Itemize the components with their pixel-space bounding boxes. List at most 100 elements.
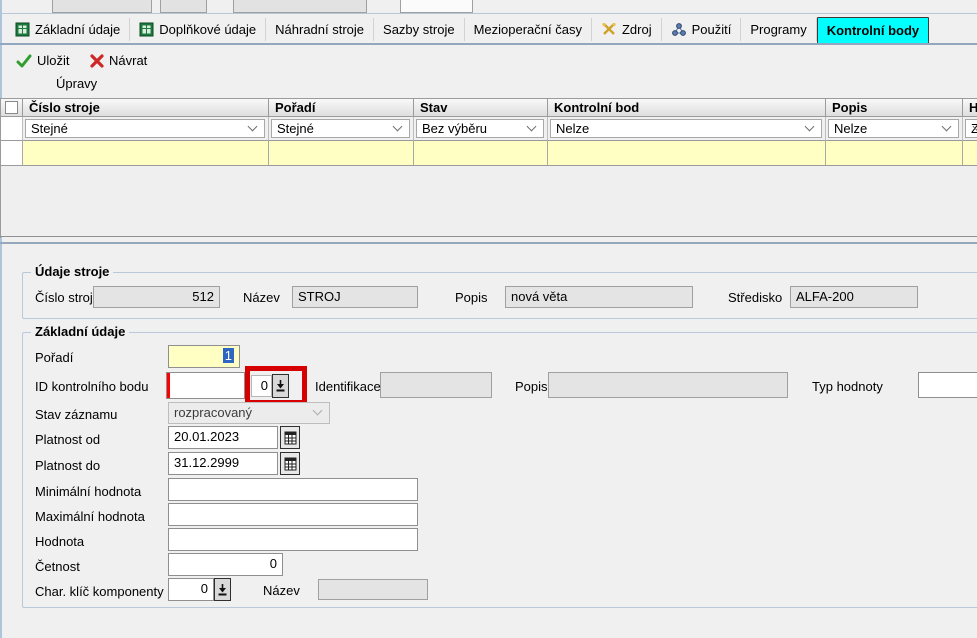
min-value-label: Minimální hodnota <box>35 484 141 499</box>
return-button[interactable]: Návrat <box>86 51 151 70</box>
char-key-spinner[interactable] <box>214 578 231 601</box>
tab-label: Sazby stroje <box>383 22 455 37</box>
tab-pouziti[interactable]: Použití <box>662 18 742 41</box>
order-label: Pořadí <box>35 350 73 365</box>
valid-from-label: Platnost od <box>35 432 100 447</box>
new-row-cell-kontrolni-bod[interactable] <box>548 141 826 166</box>
group-title: Údaje stroje <box>31 264 113 279</box>
char-key-field[interactable]: 0 <box>168 578 214 601</box>
filter-combo-popis[interactable]: Nelze <box>828 119 959 138</box>
order-value: 1 <box>223 348 234 363</box>
control-point-id-spinner[interactable] <box>272 374 289 398</box>
machine-center-field: ALFA-200 <box>790 286 918 308</box>
frequency-field[interactable]: 0 <box>168 553 283 576</box>
new-row-cell-popis[interactable] <box>826 141 963 166</box>
min-value-field[interactable] <box>168 478 418 501</box>
filter-combo-cislo-stroje[interactable]: Stejné <box>25 119 265 138</box>
check-icon <box>16 54 32 68</box>
new-row-cell-poradi[interactable] <box>269 141 414 166</box>
tab-programy[interactable]: Programy <box>741 18 816 41</box>
calendar-icon <box>284 431 297 445</box>
tab-bar-underline <box>0 43 977 45</box>
filter-combo-kontrolni-bod[interactable]: Nelze <box>550 119 822 138</box>
identification-label: Identifikace <box>315 379 381 394</box>
filter-combo-hodnota[interactable]: Začíná <box>965 119 977 138</box>
char-name-label: Název <box>263 583 300 598</box>
tab-nahradni-stroje[interactable]: Náhradní stroje <box>266 18 374 41</box>
char-key-label: Char. klíč komponenty <box>35 584 164 599</box>
valid-to-label: Platnost do <box>35 458 100 473</box>
divider <box>0 13 977 14</box>
control-point-id-label: ID kontrolního bodu <box>35 379 148 394</box>
tab-label: Kontrolní body <box>827 23 919 38</box>
cropped-field <box>160 0 207 13</box>
tab-kontrolni-body[interactable]: Kontrolní body <box>817 17 929 44</box>
close-icon <box>90 54 104 68</box>
control-point-id-field[interactable] <box>166 372 245 399</box>
valid-to-calendar-button[interactable] <box>280 452 300 475</box>
control-point-id-spin-value[interactable]: 0 <box>251 375 272 397</box>
new-row-cell-stav[interactable] <box>414 141 548 166</box>
grid-header-poradi[interactable]: Pořadí <box>269 98 414 117</box>
machine-control-points-window: Základní údaje Doplňkové údaje Náhradní … <box>0 0 977 638</box>
grid-header-kontrolni-bod[interactable]: Kontrolní bod <box>548 98 826 117</box>
menu-upravy-label: Úpravy <box>56 76 97 91</box>
machine-name-field: STROJ <box>292 286 418 308</box>
divider <box>0 242 977 244</box>
max-value-label: Maximální hodnota <box>35 509 145 524</box>
window-left-border <box>0 0 2 638</box>
tab-label: Použití <box>692 22 732 37</box>
filter-combo-stav[interactable]: Bez výběru <box>416 119 544 138</box>
new-row-checkbox-cell[interactable] <box>1 141 23 166</box>
network-icon <box>671 22 687 37</box>
grid-header-popis[interactable]: Popis <box>826 98 963 117</box>
grid-filter-checkbox-cell <box>1 117 23 141</box>
valid-to-field[interactable]: 31.12.2999 <box>168 452 278 475</box>
machine-description-label: Popis <box>455 290 488 305</box>
tab-zakladni-udaje[interactable]: Základní údaje <box>6 18 130 41</box>
filter-combo-poradi[interactable]: Stejné <box>271 119 410 138</box>
tools-icon <box>601 22 617 37</box>
arrow-down-to-bar-icon <box>217 583 228 597</box>
new-row-cell-hodnota[interactable] <box>963 141 977 166</box>
value-type-label: Typ hodnoty <box>812 379 883 394</box>
tab-label: Programy <box>750 22 806 37</box>
cp-description-label: Popis <box>515 379 548 394</box>
control-points-grid: Číslo stroje Pořadí Stav Kontrolní bod P… <box>0 98 977 238</box>
value-type-field[interactable] <box>918 372 977 398</box>
cropped-field <box>233 0 367 13</box>
tab-sazby-stroje[interactable]: Sazby stroje <box>374 18 465 41</box>
tab-label: Mezioperační časy <box>474 22 582 37</box>
arrow-down-to-bar-icon <box>275 379 286 393</box>
order-field[interactable]: 1 <box>168 345 240 368</box>
grid-filter-cell: Začíná <box>963 117 977 141</box>
book-icon <box>15 22 30 37</box>
value-field[interactable] <box>168 528 418 551</box>
valid-from-calendar-button[interactable] <box>280 426 300 449</box>
grid-filter-cell: Stejné <box>269 117 414 141</box>
grid-header-stav[interactable]: Stav <box>414 98 548 117</box>
machine-description-field: nová věta <box>505 286 693 308</box>
select-all-checkbox[interactable] <box>5 101 18 114</box>
menu-upravy[interactable]: Úpravy <box>52 74 101 93</box>
save-button-label: Uložit <box>37 53 70 68</box>
machine-center-label: Středisko <box>728 290 782 305</box>
tab-doplnkove-udaje[interactable]: Doplňkové údaje <box>130 18 266 41</box>
valid-from-field[interactable]: 20.01.2023 <box>168 426 278 449</box>
grid-header-cislo-stroje[interactable]: Číslo stroje <box>23 98 269 117</box>
machine-number-field: 512 <box>93 286 220 308</box>
save-button[interactable]: Uložit <box>12 51 74 70</box>
grid-filter-cell: Stejné <box>23 117 269 141</box>
max-value-field[interactable] <box>168 503 418 526</box>
grid-header-hodnota[interactable]: Hodnota <box>963 98 977 117</box>
divider <box>0 236 977 237</box>
machine-name-label: Název <box>243 290 280 305</box>
tab-label: Doplňkové údaje <box>159 22 256 37</box>
tab-label: Zdroj <box>622 22 652 37</box>
record-state-label: Stav záznamu <box>35 407 117 422</box>
value-label: Hodnota <box>35 534 84 549</box>
new-row-cell-cislo-stroje[interactable] <box>23 141 269 166</box>
tab-mezioperacni-casy[interactable]: Mezioperační časy <box>465 18 592 41</box>
grid-filter-cell: Nelze <box>548 117 826 141</box>
tab-zdroj[interactable]: Zdroj <box>592 18 662 41</box>
